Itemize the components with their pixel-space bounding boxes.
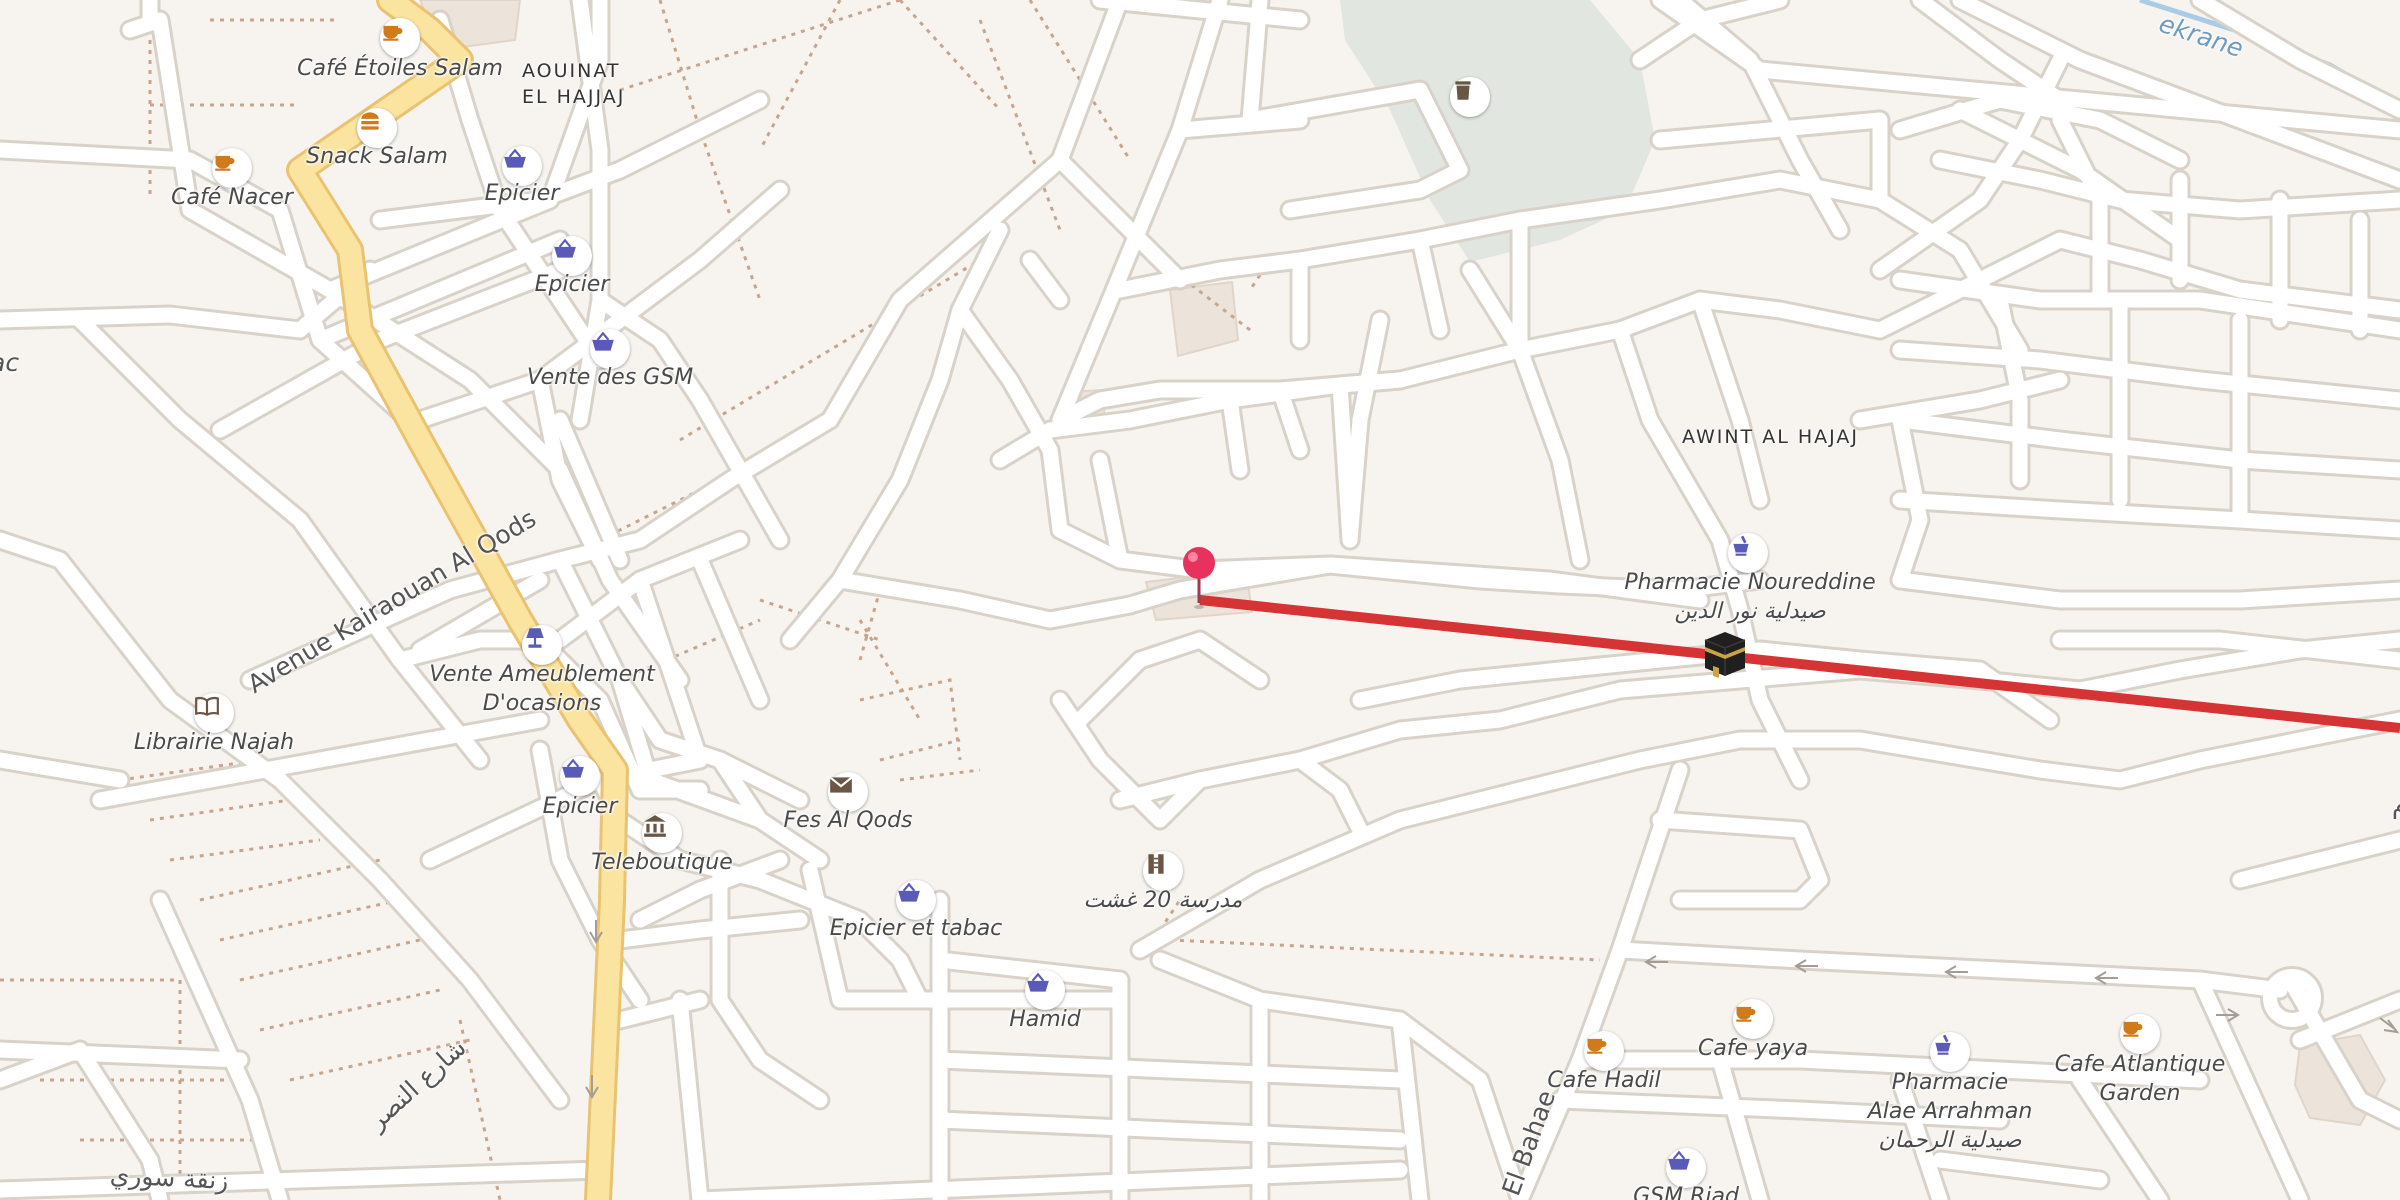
poi-label: Epicier xyxy=(542,794,618,819)
pharmacy-mortar-icon xyxy=(1733,535,1749,556)
envelope-icon xyxy=(829,776,853,793)
poi-madrasa-20-aout[interactable] xyxy=(1143,851,1183,891)
school-icon xyxy=(1148,854,1164,874)
poi-label: Vente Ameublement D'ocasions xyxy=(429,662,655,716)
fast-food-icon xyxy=(361,112,379,130)
poi-label: Café Étoiles Salam xyxy=(297,56,503,81)
poi-label: مدرسة 20 غشت xyxy=(1083,888,1243,913)
poi-pharmacie-noureddine[interactable] xyxy=(1728,533,1768,573)
shopping-basket-icon xyxy=(562,758,584,778)
cafe-icon xyxy=(1736,1006,1756,1022)
area-aouinat-el-hajjaj: AOUINAT EL HAJJAJ xyxy=(522,58,625,110)
poi-cafe-etoiles-salam[interactable] xyxy=(380,18,420,58)
poi-waste-basket[interactable] xyxy=(1450,77,1490,117)
poi-label: Epicier et tabac xyxy=(829,916,1003,941)
poi-label: Snack Salam xyxy=(306,144,448,169)
cafe-icon xyxy=(383,25,403,41)
area-line: EL HAJJAJ xyxy=(522,86,626,108)
shopping-basket-icon xyxy=(898,882,920,902)
edge-label-left: ac xyxy=(0,348,20,377)
area-line: AWINT AL HAJAJ xyxy=(1682,426,1859,448)
shopping-basket-icon xyxy=(504,148,526,168)
poi-label: Fes Al Qods xyxy=(783,808,913,833)
poi-pharmacie-alae-arrahman[interactable] xyxy=(1930,1032,1970,1072)
pharmacy-mortar-icon xyxy=(1935,1034,1951,1055)
street-arabic-souri: زنقة سوري xyxy=(109,1160,230,1196)
cafe-icon xyxy=(215,155,235,171)
cafe-icon xyxy=(1587,1038,1607,1054)
bank-building-icon xyxy=(644,815,666,837)
poi-label: Hamid xyxy=(1009,1007,1081,1032)
poi-label: Cafe Atlantique Garden xyxy=(2054,1052,2226,1106)
waste-basket-icon xyxy=(1455,81,1471,100)
poi-epicier-3[interactable] xyxy=(560,756,600,796)
poi-label: Cafe yaya xyxy=(1697,1036,1809,1061)
cafe-icon xyxy=(2123,1021,2143,1037)
poi-librairie-najah[interactable] xyxy=(194,693,234,733)
poi-label: Vente des GSM xyxy=(526,365,694,390)
kaaba-icon xyxy=(1697,626,1753,682)
location-pin-icon[interactable] xyxy=(1178,545,1220,615)
poi-cafe-atlantique-garden[interactable] xyxy=(2120,1014,2160,1054)
area-awint-al-hajaj: AWINT AL HAJAJ xyxy=(1682,424,1859,450)
poi-label: Librairie Najah xyxy=(133,730,295,755)
shopping-basket-icon xyxy=(554,238,576,258)
poi-cafe-hadil[interactable] xyxy=(1584,1031,1624,1071)
poi-label: GSM Riad xyxy=(1633,1184,1739,1200)
edge-label-right: م xyxy=(2392,790,2400,819)
poi-cafe-yaya[interactable] xyxy=(1733,999,1773,1039)
shopping-basket-icon xyxy=(592,331,614,351)
poi-label: Teleboutique xyxy=(591,850,733,875)
area-line: AOUINAT xyxy=(522,60,621,82)
poi-cafe-nacer[interactable] xyxy=(212,148,252,188)
poi-label: Epicier xyxy=(534,272,610,297)
poi-label: Cafe Hadil xyxy=(1547,1068,1661,1093)
poi-label: Pharmacie Noureddine صيدلية نور الدين xyxy=(1624,570,1876,624)
shopping-basket-icon xyxy=(1027,972,1049,992)
map-canvas[interactable]: AOUINAT EL HAJJAJ AWINT AL HAJAJ Avenue … xyxy=(0,0,2400,1200)
shopping-basket-icon xyxy=(1668,1150,1690,1170)
poi-hamid[interactable] xyxy=(1025,970,1065,1010)
poi-label: Epicier xyxy=(484,181,560,206)
poi-vente-ameublement[interactable] xyxy=(522,625,562,665)
lamp-icon xyxy=(526,628,544,648)
poi-label: Café Nacer xyxy=(171,185,293,210)
poi-teleboutique[interactable] xyxy=(642,813,682,853)
poi-label: Pharmacie Alae Arrahman صيدلية الرحمان xyxy=(1867,1070,2033,1153)
book-icon xyxy=(195,696,219,716)
